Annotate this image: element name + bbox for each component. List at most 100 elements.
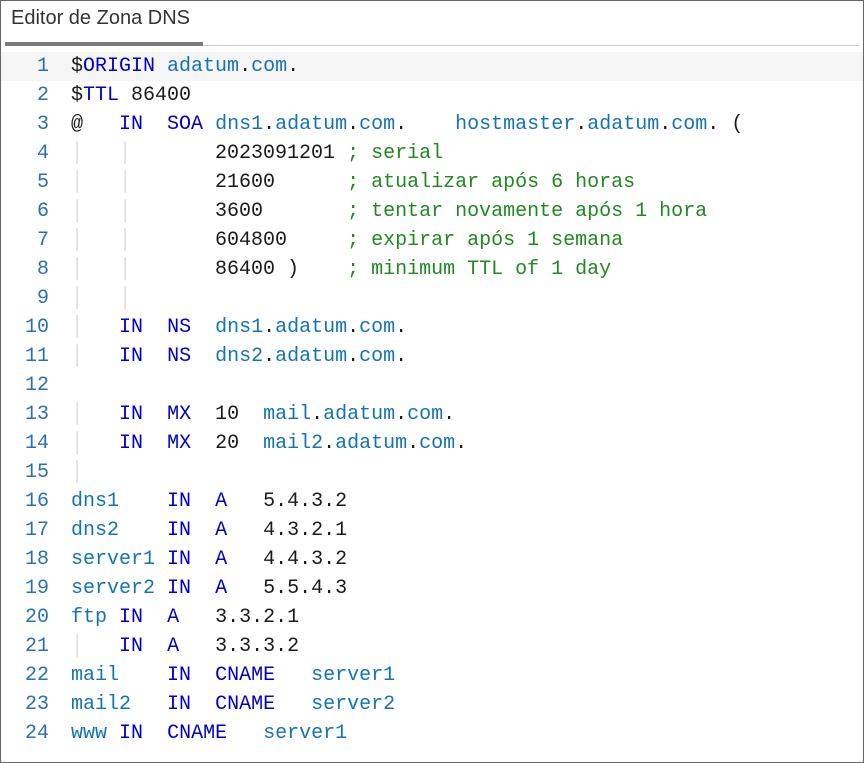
token: adatum bbox=[167, 55, 239, 78]
line-content[interactable]: dns2 IN A 4.3.2.1 bbox=[71, 516, 863, 545]
token bbox=[191, 548, 215, 571]
line-content[interactable]: @ IN SOA dns1.adatum.com. hostmaster.ada… bbox=[71, 110, 863, 139]
token: │ bbox=[71, 316, 83, 339]
token: . bbox=[443, 403, 455, 426]
line-content[interactable]: ftp IN A 3.3.2.1 bbox=[71, 603, 863, 632]
line-content[interactable]: │ │ 604800 ; expirar após 1 semana bbox=[71, 226, 863, 255]
token: . bbox=[575, 113, 587, 136]
token: IN bbox=[167, 519, 191, 542]
token: com bbox=[671, 113, 707, 136]
token: │ │ bbox=[71, 258, 131, 281]
token bbox=[191, 664, 215, 687]
code-line[interactable]: 5│ │ 21600 ; atualizar após 6 horas bbox=[1, 168, 863, 197]
token: 604800 bbox=[131, 229, 347, 252]
code-line[interactable]: 14│ IN MX 20 mail2.adatum.com. bbox=[1, 429, 863, 458]
line-content[interactable]: │ │ 3600 ; tentar novamente após 1 hora bbox=[71, 197, 863, 226]
line-content[interactable]: dns1 IN A 5.4.3.2 bbox=[71, 487, 863, 516]
line-number: 8 bbox=[1, 255, 71, 284]
line-number: 12 bbox=[1, 371, 71, 400]
code-line[interactable]: 12 bbox=[1, 371, 863, 400]
line-number: 11 bbox=[1, 342, 71, 371]
token: IN bbox=[167, 490, 191, 513]
token: dns2 bbox=[71, 519, 119, 542]
line-content[interactable]: server2 IN A 5.5.4.3 bbox=[71, 574, 863, 603]
token bbox=[191, 577, 215, 600]
token: IN bbox=[119, 635, 143, 658]
token: │ bbox=[71, 635, 83, 658]
token: . bbox=[395, 345, 407, 368]
line-content[interactable]: │ IN A 3.3.3.2 bbox=[71, 632, 863, 661]
token: A bbox=[215, 548, 227, 571]
line-content[interactable]: $TTL 86400 bbox=[71, 81, 863, 110]
code-line[interactable]: 11│ IN NS dns2.adatum.com. bbox=[1, 342, 863, 371]
line-content[interactable]: mail2 IN CNAME server2 bbox=[71, 690, 863, 719]
code-line[interactable]: 24www IN CNAME server1 bbox=[1, 719, 863, 748]
line-content[interactable]: │ │ bbox=[71, 284, 863, 313]
token: . bbox=[323, 432, 335, 455]
line-number: 23 bbox=[1, 690, 71, 719]
token: adatum bbox=[323, 403, 395, 426]
token: 86400 ) bbox=[131, 258, 347, 281]
line-number: 5 bbox=[1, 168, 71, 197]
token: server1 bbox=[263, 722, 347, 745]
line-number: 4 bbox=[1, 139, 71, 168]
editor-title: Editor de Zona DNS bbox=[1, 1, 863, 37]
line-content[interactable]: $ORIGIN adatum.com. bbox=[71, 52, 863, 81]
line-number: 2 bbox=[1, 81, 71, 110]
token bbox=[83, 403, 119, 426]
line-content[interactable]: │ IN NS dns2.adatum.com. bbox=[71, 342, 863, 371]
token: SOA bbox=[167, 113, 203, 136]
token: CNAME bbox=[215, 693, 275, 716]
line-content[interactable]: │ IN MX 10 mail.adatum.com. bbox=[71, 400, 863, 429]
line-content[interactable]: www IN CNAME server1 bbox=[71, 719, 863, 748]
code-line[interactable]: 9│ │ bbox=[1, 284, 863, 313]
code-line[interactable]: 21│ IN A 3.3.3.2 bbox=[1, 632, 863, 661]
token: . bbox=[287, 55, 299, 78]
token: │ bbox=[71, 461, 83, 484]
code-line[interactable]: 3@ IN SOA dns1.adatum.com. hostmaster.ad… bbox=[1, 110, 863, 139]
tab-strip bbox=[5, 37, 859, 46]
token: @ bbox=[71, 113, 119, 136]
token: 20 bbox=[191, 432, 263, 455]
line-content[interactable]: │ IN NS dns1.adatum.com. bbox=[71, 313, 863, 342]
token: . bbox=[263, 113, 275, 136]
token: 3.3.2.1 bbox=[179, 606, 299, 629]
code-line[interactable]: 1$ORIGIN adatum.com. bbox=[1, 52, 863, 81]
code-line[interactable]: 6│ │ 3600 ; tentar novamente após 1 hora bbox=[1, 197, 863, 226]
code-line[interactable]: 16dns1 IN A 5.4.3.2 bbox=[1, 487, 863, 516]
line-content[interactable]: │ │ 21600 ; atualizar após 6 horas bbox=[71, 168, 863, 197]
token bbox=[119, 519, 167, 542]
token: IN bbox=[119, 345, 143, 368]
line-content[interactable]: │ │ 2023091201 ; serial bbox=[71, 139, 863, 168]
code-line[interactable]: 22mail IN CNAME server1 bbox=[1, 661, 863, 690]
code-line[interactable]: 7│ │ 604800 ; expirar após 1 semana bbox=[1, 226, 863, 255]
line-content[interactable]: server1 IN A 4.4.3.2 bbox=[71, 545, 863, 574]
token bbox=[119, 664, 167, 687]
line-content[interactable]: │ IN MX 20 mail2.adatum.com. bbox=[71, 429, 863, 458]
token: │ │ bbox=[71, 229, 131, 252]
code-line[interactable]: 20ftp IN A 3.3.2.1 bbox=[1, 603, 863, 632]
token: IN bbox=[167, 693, 191, 716]
code-line[interactable]: 8│ │ 86400 ) ; minimum TTL of 1 day bbox=[1, 255, 863, 284]
token: TTL bbox=[83, 84, 119, 107]
token: server2 bbox=[311, 693, 395, 716]
code-line[interactable]: 2$TTL 86400 bbox=[1, 81, 863, 110]
line-content[interactable]: │ │ 86400 ) ; minimum TTL of 1 day bbox=[71, 255, 863, 284]
code-line[interactable]: 17dns2 IN A 4.3.2.1 bbox=[1, 516, 863, 545]
code-line[interactable]: 19server2 IN A 5.5.4.3 bbox=[1, 574, 863, 603]
code-line[interactable]: 23mail2 IN CNAME server2 bbox=[1, 690, 863, 719]
code-editor[interactable]: 1$ORIGIN adatum.com.2$TTL 864003@ IN SOA… bbox=[1, 46, 863, 748]
token: . bbox=[659, 113, 671, 136]
code-line[interactable]: 13│ IN MX 10 mail.adatum.com. bbox=[1, 400, 863, 429]
active-tab-indicator bbox=[5, 42, 203, 46]
code-line[interactable]: 10│ IN NS dns1.adatum.com. bbox=[1, 313, 863, 342]
token: IN bbox=[119, 722, 143, 745]
code-line[interactable]: 15│ bbox=[1, 458, 863, 487]
token bbox=[155, 577, 167, 600]
line-content[interactable] bbox=[71, 371, 863, 400]
line-content[interactable]: mail IN CNAME server1 bbox=[71, 661, 863, 690]
line-content[interactable]: │ bbox=[71, 458, 863, 487]
code-line[interactable]: 4│ │ 2023091201 ; serial bbox=[1, 139, 863, 168]
code-line[interactable]: 18server1 IN A 4.4.3.2 bbox=[1, 545, 863, 574]
token bbox=[191, 693, 215, 716]
